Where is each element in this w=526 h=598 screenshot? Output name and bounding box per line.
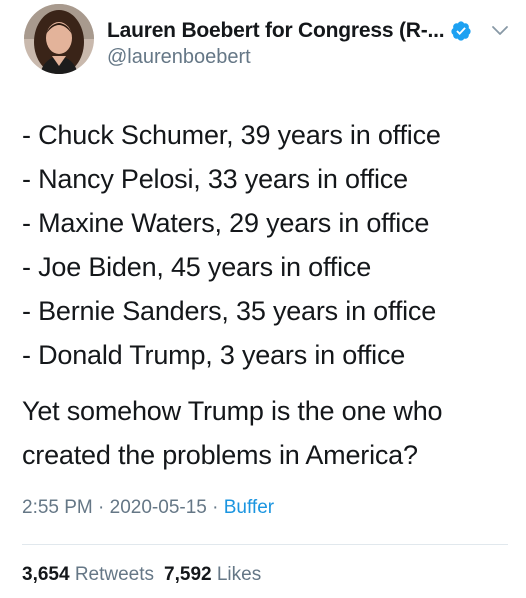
meta-separator: · bbox=[92, 497, 110, 518]
divider bbox=[22, 544, 508, 545]
tweet-line: - Joe Biden, 45 years in office bbox=[22, 252, 372, 282]
author-display-name[interactable]: Lauren Boebert for Congress (R-... bbox=[107, 19, 445, 43]
retweets-stat[interactable]: 3,654 Retweets bbox=[22, 564, 154, 585]
retweets-count: 3,654 bbox=[22, 564, 70, 585]
verified-badge-icon bbox=[451, 21, 472, 41]
avatar[interactable] bbox=[24, 4, 94, 74]
tweet-date[interactable]: 2020-05-15 bbox=[110, 497, 207, 518]
likes-count: 7,592 bbox=[164, 564, 212, 585]
tweet-meta: 2:55 PM · 2020-05-15 · Buffer bbox=[22, 497, 274, 519]
chevron-down-icon[interactable] bbox=[490, 20, 510, 40]
profile-photo bbox=[24, 4, 94, 74]
tweet-line: - Donald Trump, 3 years in office bbox=[22, 340, 406, 370]
tweet-stats: 3,654 Retweets 7,592 Likes bbox=[22, 564, 261, 586]
tweet-line: - Chuck Schumer, 39 years in office bbox=[22, 120, 441, 150]
author-handle[interactable]: @laurenboebert bbox=[107, 46, 251, 69]
tweet-body: - Chuck Schumer, 39 years in office - Na… bbox=[22, 113, 512, 377]
tweet-closing-text: Yet somehow Trump is the one who created… bbox=[22, 396, 443, 470]
meta-separator: · bbox=[206, 497, 224, 518]
tweet-line: - Bernie Sanders, 35 years in office bbox=[22, 296, 437, 326]
tweet-line: - Nancy Pelosi, 33 years in office bbox=[22, 164, 408, 194]
retweets-label: Retweets bbox=[74, 564, 155, 585]
likes-stat[interactable]: 7,592 Likes bbox=[164, 564, 261, 585]
author-name-row[interactable]: Lauren Boebert for Congress (R-... bbox=[107, 18, 472, 44]
tweet-source-link[interactable]: Buffer bbox=[224, 497, 274, 518]
tweet-line: - Maxine Waters, 29 years in office bbox=[22, 208, 430, 238]
tweet-card: Lauren Boebert for Congress (R-... @laur… bbox=[0, 0, 526, 598]
tweet-time[interactable]: 2:55 PM bbox=[22, 497, 93, 518]
likes-label: Likes bbox=[216, 564, 262, 585]
